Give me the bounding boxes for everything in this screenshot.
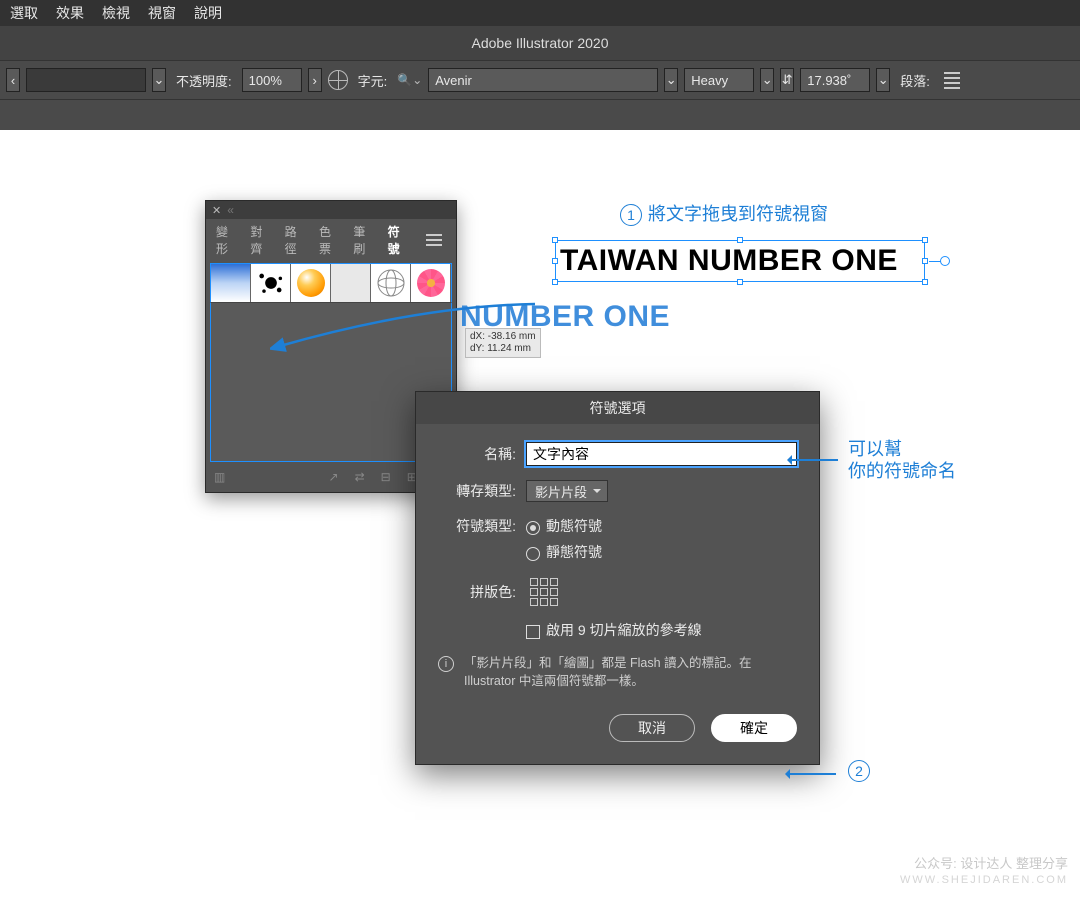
app-title-bar: Adobe Illustrator 2020 xyxy=(0,26,1080,60)
fill-swatch[interactable] xyxy=(26,68,146,92)
nine-slice-checkbox[interactable] xyxy=(526,625,540,639)
swatch-dropdown-icon[interactable]: ⌄ xyxy=(152,68,166,92)
annotation-step1: 1將文字拖曳到符號視窗 xyxy=(620,200,828,226)
paragraph-align-icon[interactable] xyxy=(940,68,964,93)
measure-dy: dY: 11.24 mm xyxy=(470,343,536,355)
text-out-port-icon[interactable] xyxy=(940,256,950,266)
menu-effect[interactable]: 效果 xyxy=(56,3,84,23)
search-icon: 🔍⌄ xyxy=(397,73,422,87)
menu-select[interactable]: 選取 xyxy=(10,3,38,23)
dynamic-symbol-radio[interactable] xyxy=(526,521,540,535)
size-stepper-icon[interactable]: ⇵ xyxy=(780,68,794,92)
artboard-text[interactable]: TAIWAN NUMBER ONE xyxy=(560,244,898,278)
symbol-library-icon[interactable]: ▥ xyxy=(214,470,225,484)
tab-transform[interactable]: 變形 xyxy=(216,223,238,257)
symbol-options-icon[interactable]: ⊟ xyxy=(381,470,391,484)
annotation-name-arrow xyxy=(790,459,838,461)
symbol-thumbnails xyxy=(210,263,452,302)
app-title: Adobe Illustrator 2020 xyxy=(472,35,609,51)
annotation-step2-arrow xyxy=(788,773,836,775)
dynamic-symbol-label: 動態符號 xyxy=(546,516,602,536)
panel-tabs: 變形 對齊 路徑 色票 筆刷 符號 xyxy=(206,219,456,259)
drag-ghost-text: NUMBER ONE xyxy=(460,300,670,334)
export-type-select[interactable]: 影片片段 xyxy=(526,480,608,502)
symbol-gradient[interactable] xyxy=(211,264,251,302)
font-size-value[interactable]: 17.938˚ xyxy=(800,68,870,92)
close-icon[interactable]: ✕ xyxy=(212,204,221,217)
step1-badge: 1 xyxy=(620,204,642,226)
registration-grid[interactable] xyxy=(530,578,558,606)
credit: 公众号: 设计达人 整理分享 WWW.SHEJIDAREN.COM xyxy=(900,856,1068,888)
break-link-icon[interactable]: ⇄ xyxy=(355,470,365,484)
symbol-type-label: 符號類型: xyxy=(438,516,516,536)
options-bar: ‹ ⌄ 不透明度: 100% › 字元: 🔍⌄ Avenir ⌄ Heavy ⌄… xyxy=(0,60,1080,100)
font-family-select[interactable]: Avenir xyxy=(428,68,658,92)
opacity-value[interactable]: 100% xyxy=(242,68,302,92)
symbol-flower[interactable] xyxy=(411,264,451,302)
static-symbol-radio[interactable] xyxy=(526,547,540,561)
info-text: 「影片片段」和「繪圖」都是 Flash 讀入的標記。在 Illustrator … xyxy=(464,654,797,690)
tab-path[interactable]: 路徑 xyxy=(285,223,307,257)
tab-brushes[interactable]: 筆刷 xyxy=(353,223,375,257)
info-icon: i xyxy=(438,656,454,672)
chevron-left-icon[interactable]: ‹ xyxy=(6,68,20,92)
credit-line2: WWW.SHEJIDAREN.COM xyxy=(900,872,1068,888)
static-symbol-label: 靜態符號 xyxy=(546,542,602,562)
symbol-options-dialog: 符號選項 名稱: 轉存類型: 影片片段 符號類型: 動態符號 靜態符號 拼版色:… xyxy=(415,391,820,765)
collapse-icon[interactable]: « xyxy=(227,203,234,217)
credit-line1: 公众号: 设计达人 整理分享 xyxy=(900,856,1068,872)
registration-label: 拼版色: xyxy=(438,582,516,602)
character-label: 字元: xyxy=(358,71,388,90)
font-family-dropdown-icon[interactable]: ⌄ xyxy=(664,68,678,92)
symbol-dust[interactable] xyxy=(331,264,371,302)
cancel-button[interactable]: 取消 xyxy=(609,714,695,742)
menu-bar: 選取 效果 檢視 視窗 說明 xyxy=(0,0,1080,26)
ok-button[interactable]: 確定 xyxy=(711,714,797,742)
menu-help[interactable]: 說明 xyxy=(194,3,222,23)
font-size-dropdown-icon[interactable]: ⌄ xyxy=(876,68,890,92)
annotation-name-hint: 可以幫 你的符號命名 xyxy=(848,438,956,482)
panel-menu-icon[interactable] xyxy=(422,230,446,250)
dialog-title: 符號選項 xyxy=(416,392,819,424)
tab-swatches[interactable]: 色票 xyxy=(319,223,341,257)
step2-badge: 2 xyxy=(848,760,870,782)
panel-titlebar[interactable]: ✕ « xyxy=(206,201,456,219)
font-weight-dropdown-icon[interactable]: ⌄ xyxy=(760,68,774,92)
place-symbol-icon[interactable]: ↗ xyxy=(329,470,339,484)
globe-icon[interactable] xyxy=(328,70,348,90)
tab-symbols[interactable]: 符號 xyxy=(388,223,410,257)
name-label: 名稱: xyxy=(438,444,516,464)
export-type-label: 轉存類型: xyxy=(438,481,516,501)
annotation-step2: 2 xyxy=(848,760,876,782)
symbol-wireframe-sphere[interactable] xyxy=(371,264,411,302)
paragraph-label: 段落: xyxy=(900,71,930,90)
symbol-name-input[interactable] xyxy=(526,442,797,466)
tab-align[interactable]: 對齊 xyxy=(250,223,272,257)
menu-window[interactable]: 視窗 xyxy=(148,3,176,23)
toolbar-band xyxy=(0,100,1080,130)
font-weight-select[interactable]: Heavy xyxy=(684,68,754,92)
opacity-label: 不透明度: xyxy=(176,71,232,90)
symbol-orange-orb[interactable] xyxy=(291,264,331,302)
symbol-ink-splat[interactable] xyxy=(251,264,291,302)
nine-slice-label: 啟用 9 切片縮放的參考線 xyxy=(546,620,702,640)
opacity-step-icon[interactable]: › xyxy=(308,68,322,92)
menu-view[interactable]: 檢視 xyxy=(102,3,130,23)
